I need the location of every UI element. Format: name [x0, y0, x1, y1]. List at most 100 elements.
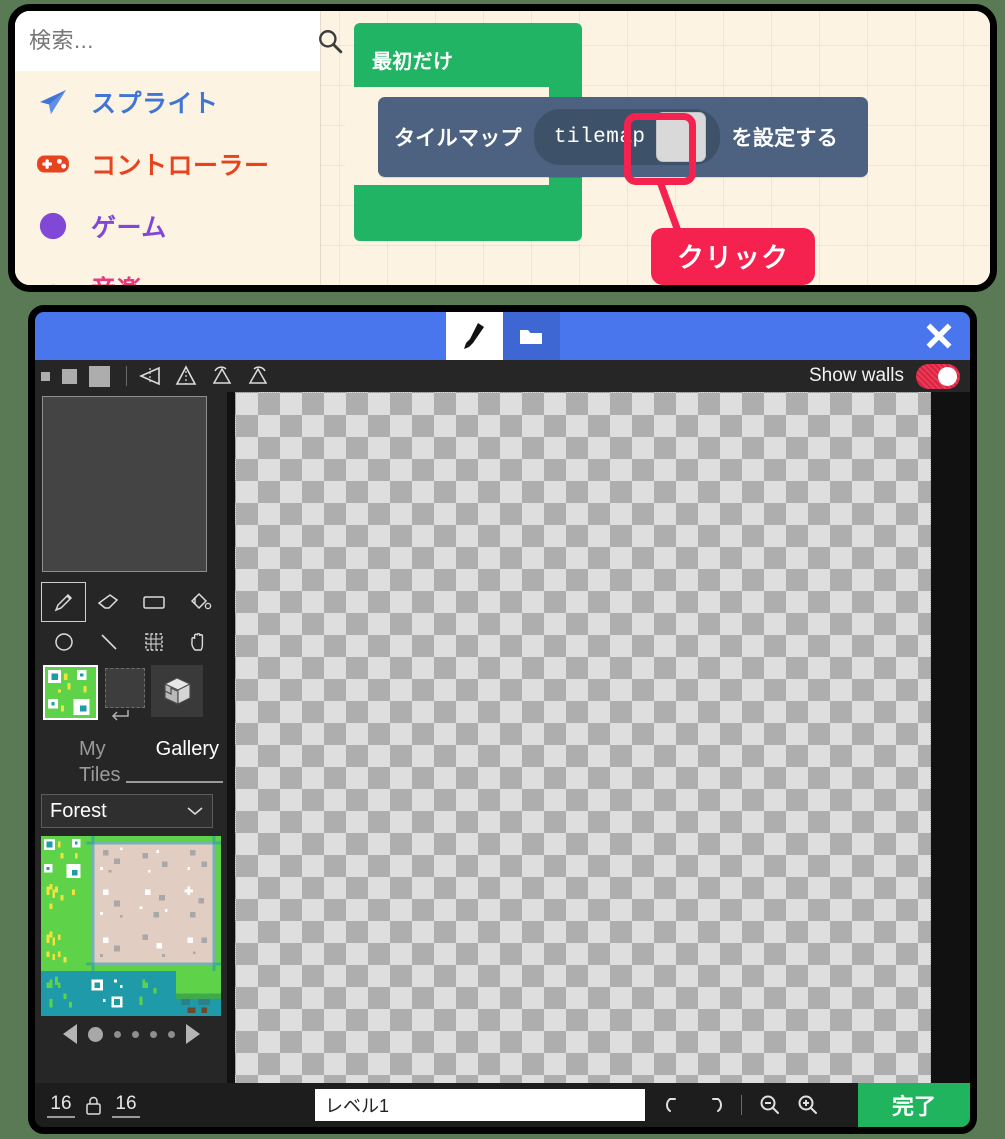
toolbox-category-label: コントローラー — [91, 152, 270, 180]
marquee-icon — [144, 633, 163, 651]
tile-water-lilies[interactable] — [86, 971, 131, 1016]
circle-tool[interactable] — [41, 622, 86, 662]
tile-sand-edge-b[interactable] — [131, 926, 176, 971]
pager-dot-2[interactable] — [113, 1030, 121, 1038]
tile-sand-edge-br[interactable] — [176, 926, 221, 971]
tile-sand-center[interactable] — [131, 881, 176, 926]
tilemap-name-input[interactable] — [315, 1089, 645, 1121]
tile-theme-select[interactable]: Forest — [41, 794, 213, 828]
pager-dot-4[interactable] — [149, 1030, 157, 1038]
rotate-right-icon[interactable] — [245, 363, 271, 389]
wall-tile-button[interactable] — [151, 665, 203, 717]
tab-gallery[interactable]: Gallery — [156, 736, 219, 770]
wall-block-icon — [164, 677, 191, 705]
paint-bucket-icon — [190, 592, 211, 610]
tile-grass-flowers[interactable] — [41, 836, 86, 881]
zoom-out-icon[interactable] — [758, 1093, 782, 1117]
triangle-left-icon[interactable] — [62, 1024, 77, 1044]
zoom-in-icon[interactable] — [796, 1093, 820, 1117]
show-walls-toggle[interactable] — [916, 363, 960, 389]
tab-assets[interactable] — [502, 312, 560, 360]
tab-paint[interactable] — [445, 312, 503, 360]
search-input[interactable] — [29, 28, 317, 54]
line-tool[interactable] — [86, 622, 131, 662]
tile-sand-edge-tr[interactable] — [176, 836, 221, 881]
tool-palette — [41, 582, 221, 662]
screen-root: スプライト コントローラー ゲーム — [0, 0, 1005, 1139]
toolbar-divider — [126, 366, 127, 386]
show-walls-control[interactable]: Show walls — [809, 363, 960, 389]
width-input[interactable]: 16 — [47, 1093, 75, 1118]
alternate-tile-swatch[interactable] — [105, 668, 145, 708]
tilemap-canvas[interactable] — [235, 392, 931, 1085]
tile-sand-edge-t[interactable] — [131, 836, 176, 881]
marquee-tool[interactable] — [131, 622, 176, 662]
tile-cliff-edge[interactable] — [176, 971, 221, 1016]
tile-grass-tufts[interactable] — [41, 881, 86, 926]
toolbox-category-controller[interactable]: コントローラー — [15, 133, 320, 195]
triangle-right-icon[interactable] — [185, 1024, 200, 1044]
toolbox-category-game[interactable]: ゲーム — [15, 195, 320, 257]
line-icon — [100, 634, 117, 650]
flip-vertical-icon[interactable] — [173, 363, 199, 389]
tile-grass-weeds[interactable] — [41, 926, 86, 971]
redo-icon[interactable] — [701, 1093, 725, 1117]
circle-outline-icon — [54, 633, 73, 651]
tile-gallery-pager — [41, 1020, 221, 1048]
eraser-icon — [97, 594, 118, 609]
set-tilemap-suffix: を設定する — [731, 127, 839, 150]
tilemap-canvas-area[interactable] — [227, 392, 970, 1085]
brush-size-small[interactable] — [41, 371, 50, 381]
tilemap-editor-modal: Show walls My Tiles Gallery Forest 16 16… — [28, 305, 977, 1134]
folder-icon — [520, 330, 542, 344]
tile-sand-edge-l[interactable] — [86, 881, 131, 926]
editor-header — [35, 312, 970, 360]
toolbox-category-sprites[interactable]: スプライト — [15, 71, 320, 133]
flip-horizontal-icon[interactable] — [137, 363, 163, 389]
gamepad-icon — [35, 151, 71, 177]
tile-sand-edge-tl[interactable] — [86, 836, 131, 881]
circle-icon — [35, 211, 71, 241]
on-start-notch-bottom — [373, 229, 403, 238]
paper-plane-icon — [35, 86, 71, 118]
swap-tiles-icon[interactable] — [109, 707, 131, 723]
pencil-tool[interactable] — [41, 582, 86, 622]
close-icon[interactable] — [926, 323, 952, 349]
lock-icon[interactable] — [85, 1095, 102, 1116]
rectangle-tool[interactable] — [131, 582, 176, 622]
fill-tool[interactable] — [176, 582, 221, 622]
done-button[interactable]: 完了 — [858, 1083, 970, 1127]
height-input[interactable]: 16 — [112, 1093, 140, 1118]
undo-icon[interactable] — [663, 1093, 687, 1117]
toolbox-category-label: 音楽 — [91, 276, 143, 292]
tile-water-grass[interactable] — [131, 971, 176, 1016]
brush-size-large[interactable] — [89, 365, 110, 387]
blocks-workspace[interactable]: 最初だけ タイルマップ tilemap を設定する クリック — [321, 11, 990, 285]
tile-water-reeds[interactable] — [41, 971, 86, 1016]
set-tilemap-block[interactable]: タイルマップ tilemap を設定する — [378, 97, 868, 177]
tilemap-field[interactable]: tilemap — [533, 109, 720, 165]
pager-dot-5[interactable] — [167, 1030, 175, 1038]
pan-tool[interactable] — [176, 622, 221, 662]
tilemap-minimap[interactable] — [42, 396, 207, 572]
paintbrush-icon — [464, 323, 484, 349]
tilemap-swatch-button[interactable] — [655, 112, 706, 162]
search-icon[interactable] — [317, 28, 343, 54]
tilemap-field-name: tilemap — [553, 125, 646, 149]
rectangle-icon — [142, 596, 165, 609]
hand-icon — [190, 633, 203, 651]
rotate-left-icon[interactable] — [209, 363, 235, 389]
tile-sand-edge-r[interactable] — [176, 881, 221, 926]
set-tilemap-prefix: タイルマップ — [394, 127, 522, 150]
gallery-tab-underline — [126, 781, 223, 783]
selected-tile-swatch[interactable] — [43, 665, 98, 720]
pager-dot-3[interactable] — [131, 1030, 139, 1038]
tile-sand-edge-bl[interactable] — [86, 926, 131, 971]
music-arc-icon — [35, 272, 71, 285]
gallery-tab-group: My Tiles Gallery — [41, 732, 223, 794]
brush-size-medium[interactable] — [62, 368, 77, 384]
toolbox-category-music[interactable]: 音楽 — [15, 257, 320, 292]
eraser-tool[interactable] — [86, 582, 131, 622]
pager-dot-1[interactable] — [87, 1026, 103, 1042]
on-start-label: 最初だけ — [372, 51, 454, 73]
